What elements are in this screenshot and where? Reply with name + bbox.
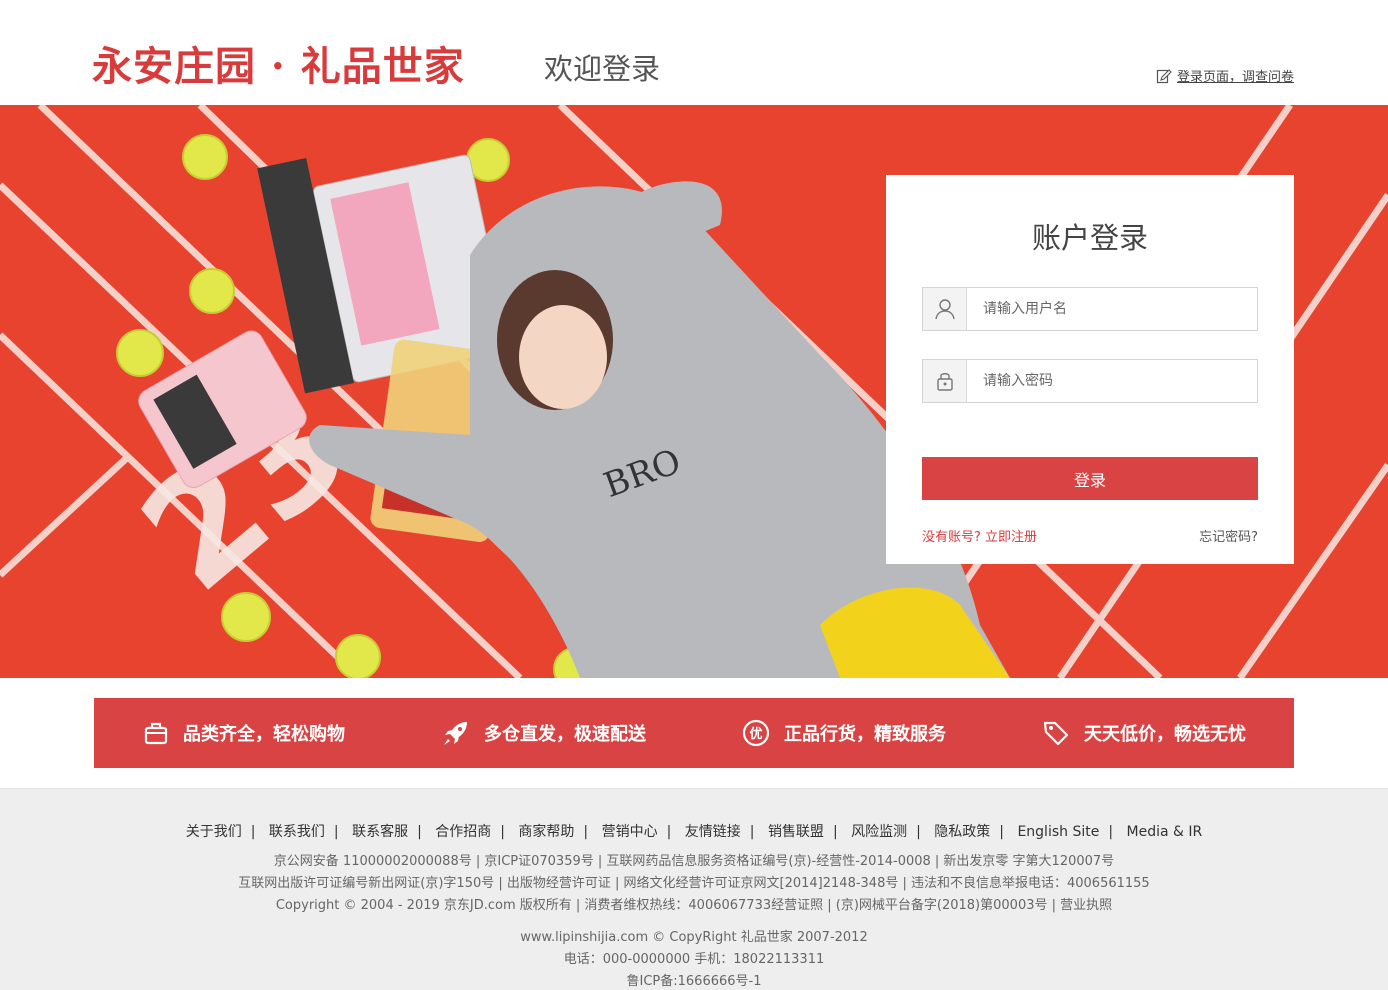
edit-icon [1156, 68, 1172, 84]
footer-copyright-line: Copyright © 2004 - 2019 京东JD.com 版权所有 | … [275, 898, 1113, 913]
header: 永安庄园 · 礼品世家 欢迎登录 登录页面，调查问卷 [0, 0, 1388, 105]
forgot-password-link[interactable]: 忘记密码? [1199, 526, 1258, 545]
footer-link-friends[interactable]: 友情链接 [685, 824, 741, 840]
bag-icon [143, 720, 169, 746]
username-input[interactable] [967, 288, 1257, 330]
footer-site-copyright: www.lipinshijia.com © CopyRight 礼品世家 200… [520, 930, 868, 945]
footer-link-privacy[interactable]: 隐私政策 [934, 824, 990, 840]
link-separator: | [500, 824, 505, 840]
feature-item: 品类齐全，轻松购物 [94, 698, 394, 768]
feature-item: 多仓直发，极速配送 [394, 698, 694, 768]
feature-label: 多仓直发，极速配送 [484, 724, 646, 745]
feature-item: 天天低价，畅选无忧 [994, 698, 1294, 768]
link-separator: | [417, 824, 422, 840]
feature-item: 优 正品行货，精致服务 [694, 698, 994, 768]
link-separator: | [250, 824, 256, 840]
footer-link-english[interactable]: English Site [1017, 824, 1099, 840]
survey-link-text[interactable]: 登录页面，调查问卷 [1177, 66, 1294, 85]
user-icon [923, 288, 967, 330]
footer-contact: 电话：000-0000000 手机：18022113311 [563, 952, 825, 967]
footer-link-merchant-help[interactable]: 商家帮助 [518, 824, 574, 840]
footer-license-line: 互联网出版许可证编号新出网证(京)字150号 | 出版物经营许可证 | 网络文化… [238, 876, 1150, 891]
login-button[interactable]: 登录 [922, 457, 1258, 500]
link-separator: | [749, 824, 755, 840]
quality-icon: 优 [742, 719, 770, 747]
feature-bar: 品类齐全，轻松购物 多仓直发，极速配送 优 正品行货，精致服务 天天低价，畅选无… [94, 698, 1294, 768]
register-link[interactable]: 没有账号? 立即注册 [922, 526, 1037, 545]
welcome-title: 欢迎登录 [544, 52, 661, 86]
price-tag-icon [1042, 719, 1070, 747]
feature-label: 品类齐全，轻松购物 [183, 724, 345, 745]
survey-link[interactable]: 登录页面，调查问卷 [1156, 66, 1294, 85]
footer-license-line: 京公网安备 11000002000088号 | 京ICP证070359号 | 互… [273, 854, 1115, 869]
link-separator: | [333, 824, 339, 840]
link-separator: | [666, 824, 672, 840]
link-separator: | [1108, 824, 1114, 840]
feature-label: 天天低价，畅选无忧 [1084, 724, 1246, 745]
footer-link-marketing[interactable]: 营销中心 [602, 824, 658, 840]
footer-link-media[interactable]: Media & IR [1127, 824, 1203, 840]
password-input[interactable] [967, 360, 1257, 402]
link-separator: | [583, 824, 589, 840]
footer-link-contact[interactable]: 联系我们 [269, 824, 325, 840]
login-title: 账户登录 [1031, 221, 1148, 255]
rocket-icon [442, 719, 470, 747]
footer-link-about[interactable]: 关于我们 [186, 824, 242, 840]
password-field[interactable] [922, 359, 1258, 403]
link-separator: | [916, 824, 921, 840]
footer-link-affiliates[interactable]: 销售联盟 [768, 824, 824, 840]
footer-link-risk[interactable]: 风险监测 [851, 824, 907, 840]
svg-text:优: 优 [749, 726, 762, 742]
footer: 关于我们 | 联系我们 | 联系客服 | 合作招商 | 商家帮助 | 营销中心 | 友情链接… [0, 788, 1388, 990]
login-panel: 账户登录 登录 没有账号? 立即注册 忘记密码? [886, 175, 1294, 564]
feature-label: 正品行货，精致服务 [784, 724, 946, 745]
footer-links: 关于我们 | 联系我们 | 联系客服 | 合作招商 | 商家帮助 | 营销中心 | 友情链接… [0, 821, 1388, 841]
site-logo[interactable]: 永安庄园 · 礼品世家 [92, 34, 465, 92]
link-separator: | [832, 824, 838, 840]
footer-link-support[interactable]: 联系客服 [352, 824, 408, 840]
username-field[interactable] [922, 287, 1258, 331]
link-separator: | [999, 824, 1004, 840]
footer-icp: 鲁ICP备:1666666号-1 [626, 974, 762, 989]
footer-link-partners[interactable]: 合作招商 [435, 824, 491, 840]
lock-icon [923, 360, 967, 402]
